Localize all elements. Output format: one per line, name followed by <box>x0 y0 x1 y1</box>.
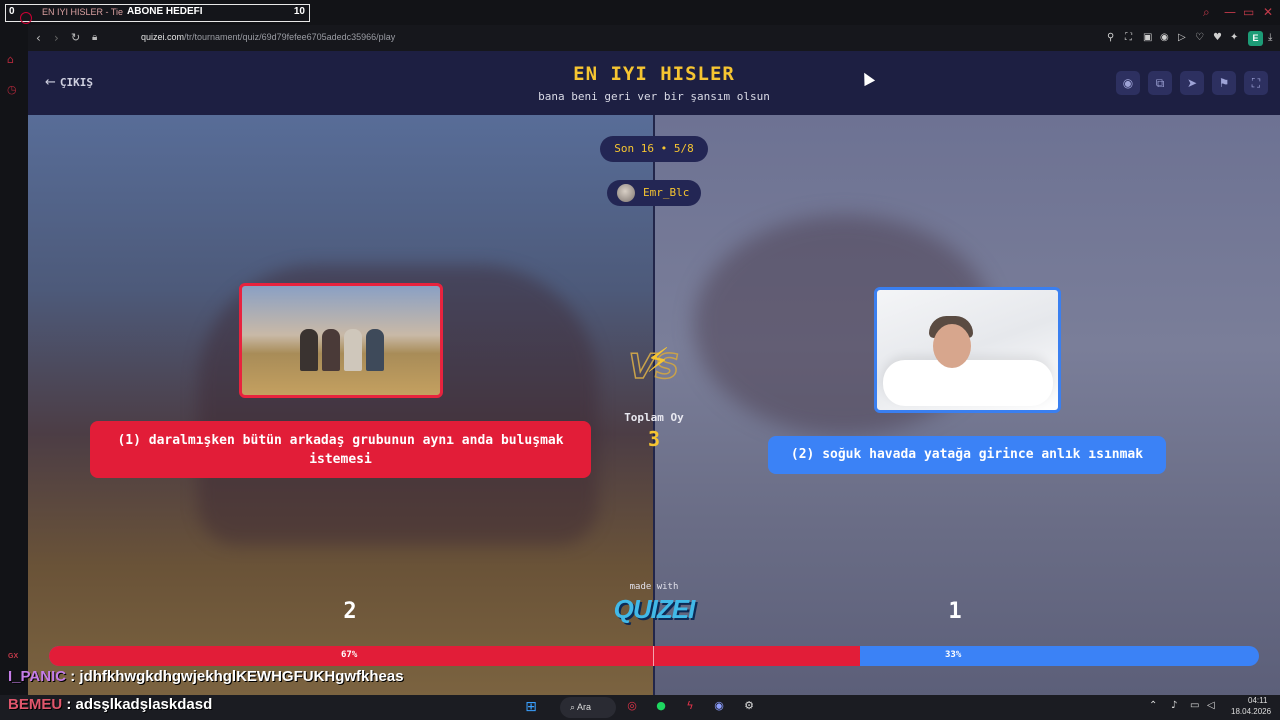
search-icon[interactable]: ⌕ <box>1203 5 1210 20</box>
volume-icon[interactable]: ◁ <box>1207 700 1215 711</box>
extension-e-icon[interactable]: E <box>1248 31 1263 46</box>
matchup-arena: Son 16 • 5/8 Emr_Blc (1) daralmışken büt… <box>28 115 1280 695</box>
address-bar: ‹ › ↻ 🔒︎ quizei.com/tr/tournament/quiz/6… <box>28 25 1280 51</box>
chat-message: I_PANIC : jdhfkhwgkdhgwjekhglKEWHGFUKHgw… <box>8 668 404 685</box>
fullscreen-icon[interactable]: ⛶ <box>1244 71 1268 95</box>
spotify-icon[interactable]: ● <box>652 699 670 717</box>
pillow <box>883 360 1053 406</box>
overlay-left-count: 0 <box>9 6 15 17</box>
discord-icon[interactable]: ◉ <box>710 699 728 717</box>
lock-icon: 🔒︎ <box>92 32 98 43</box>
reload-icon[interactable]: ↻ <box>71 31 80 44</box>
user-badge: Emr_Blc <box>607 180 701 206</box>
flag-icon[interactable]: ⚑ <box>1212 71 1236 95</box>
chat-username: BEMEU <box>8 696 63 713</box>
url-field[interactable]: quizei.com/tr/tournament/quiz/69d79fefee… <box>141 32 395 42</box>
search-label: Ara <box>577 702 592 712</box>
chat-text: : adsşlkadşlaskdasd <box>62 696 213 713</box>
wallet-icon[interactable]: ▣ <box>1143 32 1152 43</box>
pin-icon[interactable]: ⚲ <box>1107 32 1114 43</box>
option2-image[interactable] <box>874 287 1061 413</box>
quiz-page: ← ÇIKIŞ EN IYI HISLER bana beni geri ver … <box>28 51 1280 695</box>
vs-badge: VS ⚡︎ <box>624 341 684 395</box>
chat-message: BEMEU : adsşlkadşlaskdasd <box>8 696 212 713</box>
opera-gx-icon[interactable]: ◎ <box>623 699 641 717</box>
play-icon[interactable]: ▷ <box>1178 32 1186 43</box>
windows-start-icon[interactable]: ⊞ <box>522 699 540 717</box>
avatar <box>617 184 635 202</box>
total-votes-value: 3 <box>647 427 661 451</box>
browser-tab-title[interactable]: EN IYI HISLER - Tie <box>42 7 123 17</box>
clock-time[interactable]: 04:11 <box>1248 696 1267 705</box>
back-icon[interactable]: ‹ <box>36 31 41 45</box>
made-with-label: made with <box>629 582 679 592</box>
total-votes-label: Toplam Oy <box>624 411 684 424</box>
bookmark-icon[interactable]: ♡ <box>1195 32 1204 43</box>
url-path: /tr/tournament/quiz/69d79fefee6705adedc3… <box>184 32 396 42</box>
chat-username: I_PANIC <box>8 668 67 685</box>
forward-icon[interactable]: › <box>54 31 59 45</box>
heart-icon[interactable]: ♥ <box>1213 32 1222 43</box>
quiz-header: ← ÇIKIŞ EN IYI HISLER bana beni geri ver … <box>28 51 1280 115</box>
option2-vote-count: 1 <box>948 599 962 624</box>
round-badge: Son 16 • 5/8 <box>600 136 708 162</box>
extensions-icon[interactable]: ✦ <box>1230 32 1238 43</box>
option1-progress-fill <box>49 646 860 666</box>
shopping-bag-icon[interactable]: ⌂ <box>7 53 14 66</box>
lightning-icon: ⚡︎ <box>646 341 670 381</box>
chat-text: : jdhfkhwgkdhgwjekhglKEWHGFUKHgwfkheas <box>66 668 404 685</box>
taskbar-search[interactable]: ⌕ Ara <box>560 697 616 718</box>
search-icon: ⌕ <box>570 702 578 712</box>
username: Emr_Blc <box>643 186 690 199</box>
download-icon[interactable]: ⤓ <box>1268 32 1272 43</box>
tray-chevron-icon[interactable]: ⌃ <box>1149 700 1157 711</box>
page-subtitle: bana beni geri ver bir şansım olsun <box>538 90 770 103</box>
page-title: EN IYI HISLER <box>573 63 735 85</box>
option1-percent: 67% <box>341 650 358 660</box>
sleeper-head <box>933 324 971 368</box>
microphone-icon[interactable]: ♪ <box>1171 700 1177 711</box>
person-figure <box>322 329 340 371</box>
steam-icon[interactable]: ⚙ <box>740 699 758 717</box>
bolt-app-icon[interactable]: ϟ <box>681 699 699 717</box>
vote-progress-bar: 67% 33% <box>49 646 1259 666</box>
gx-label: GX <box>8 653 19 660</box>
option2-percent: 33% <box>945 650 962 660</box>
maximize-icon[interactable]: ▭ <box>1243 5 1254 19</box>
option1-button[interactable]: (1) daralmışken bütün arkadaş grubunun a… <box>90 421 591 478</box>
clock-date[interactable]: 18.04.2026 <box>1231 707 1271 716</box>
tab-bar: 0 EN IYI HISLER - Tie ABONE HEDEFI 10 ⌕ … <box>0 0 1280 25</box>
eye-icon[interactable]: ◉ <box>1116 71 1140 95</box>
share-link-icon[interactable]: ⧉ <box>1148 71 1172 95</box>
url-domain: quizei.com <box>141 32 185 42</box>
goal-count: 10 <box>293 6 305 17</box>
subscriber-goal-overlay: 0 EN IYI HISLER - Tie ABONE HEDEFI 10 <box>5 4 310 24</box>
person-figure <box>300 329 318 371</box>
send-icon[interactable]: ➤ <box>1180 71 1204 95</box>
goal-label: ABONE HEDEFI <box>127 6 203 17</box>
option2-button[interactable]: (2) soğuk havada yatağa girince anlık ıs… <box>768 436 1166 474</box>
person-figure <box>344 329 362 371</box>
option1-image[interactable] <box>239 283 443 398</box>
snapshot-icon[interactable]: ⛶ <box>1125 32 1132 43</box>
minimize-icon[interactable]: — <box>1224 5 1236 19</box>
quizei-logo[interactable]: QUIZEI <box>594 594 714 625</box>
progress-midline <box>653 646 654 666</box>
recording-icon <box>20 12 32 24</box>
camera-icon[interactable]: ◉ <box>1160 32 1169 43</box>
close-icon[interactable]: ✕ <box>1263 5 1273 19</box>
option1-vote-count: 2 <box>343 599 357 624</box>
display-icon[interactable]: ▭ <box>1190 700 1199 711</box>
browser-sidebar: ⌂ ◷ GX <box>0 25 28 695</box>
history-icon[interactable]: ◷ <box>7 83 17 96</box>
person-figure <box>366 329 384 371</box>
